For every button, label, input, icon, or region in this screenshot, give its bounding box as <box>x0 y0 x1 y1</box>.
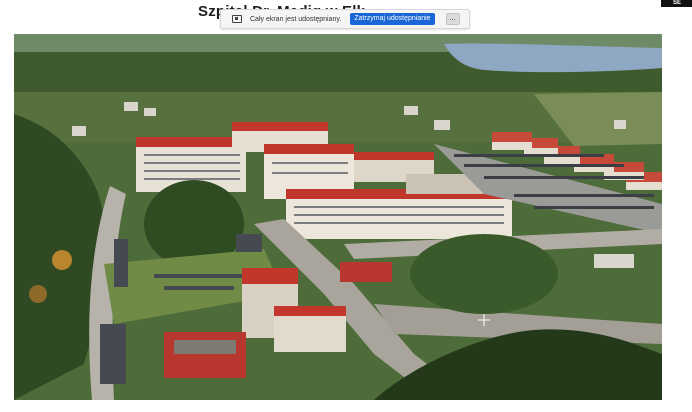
more-options-button[interactable]: ... <box>445 13 460 25</box>
screen-share-icon <box>232 15 242 23</box>
stop-sharing-button[interactable]: Zatrzymaj udostępnianie <box>350 13 435 25</box>
aerial-photo <box>14 34 662 400</box>
screen-share-bar: Cały ekran jest udostępniany. Zatrzymaj … <box>220 9 470 29</box>
corner-badge: SE <box>661 0 692 7</box>
presentation-window: Szpital Dr. Mediq w Ełk SE Cały ekran je… <box>0 0 692 412</box>
share-status-text: Cały ekran jest udostępniany. <box>250 15 342 23</box>
aerial-video-frame[interactable] <box>14 34 662 400</box>
